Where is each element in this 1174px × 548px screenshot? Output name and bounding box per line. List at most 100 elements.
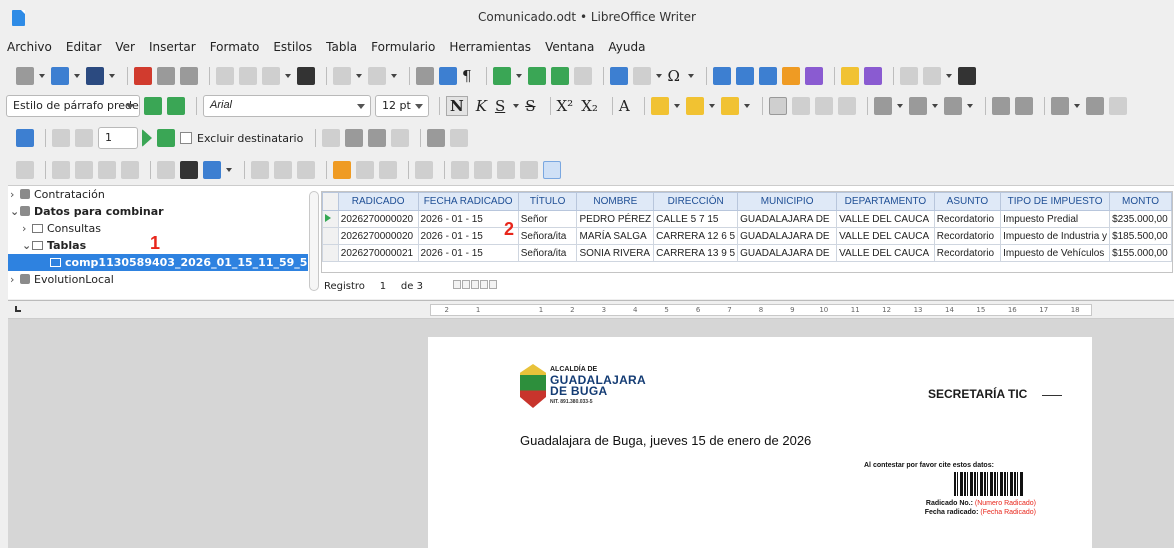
- bookmark-icon[interactable]: [781, 67, 800, 85]
- insert-textbox-icon[interactable]: [573, 67, 592, 85]
- cell[interactable]: MARÍA SALGA: [576, 227, 655, 245]
- endnote-icon[interactable]: [758, 67, 777, 85]
- db-data-to-text-icon[interactable]: [451, 161, 469, 179]
- db-edit-icon[interactable]: [52, 161, 70, 179]
- last-record-button[interactable]: [479, 280, 488, 289]
- open-icon[interactable]: [51, 67, 69, 85]
- undo-icon[interactable]: [333, 67, 351, 85]
- underline-icon[interactable]: S: [495, 97, 505, 115]
- align-right-icon[interactable]: [814, 97, 833, 115]
- tree-item-comp-table[interactable]: comp1130589403_2026_01_15_11_59_56: [8, 254, 315, 271]
- next-record-icon[interactable]: [142, 129, 152, 147]
- tab-stop-selector-icon[interactable]: [15, 306, 21, 312]
- radicado-field[interactable]: (Numero Radicado): [975, 500, 1036, 507]
- tree-scrollbar[interactable]: [309, 191, 319, 291]
- record-number-field[interactable]: 1: [98, 127, 138, 149]
- new-style-icon[interactable]: [167, 97, 185, 115]
- line-spacing-icon[interactable]: [1050, 97, 1069, 115]
- increase-indent-icon[interactable]: [991, 97, 1010, 115]
- cell[interactable]: 2026270000021: [337, 244, 419, 262]
- menu-formato[interactable]: Formato: [203, 38, 267, 58]
- first-record-button[interactable]: [452, 280, 461, 289]
- db-find-icon[interactable]: [180, 161, 198, 179]
- menu-archivo[interactable]: Archivo: [0, 38, 59, 58]
- ordered-list-icon[interactable]: [908, 97, 927, 115]
- cell[interactable]: VALLE DEL CAUCA: [836, 210, 935, 228]
- outline-list-icon[interactable]: [943, 97, 962, 115]
- db-refresh-icon[interactable]: [203, 161, 221, 179]
- cell[interactable]: GUADALAJARA DE: [737, 244, 838, 262]
- insert-field-icon[interactable]: [632, 67, 651, 85]
- data-to-fields-icon[interactable]: [450, 129, 469, 147]
- cell[interactable]: 2026270000020: [337, 227, 419, 245]
- draw-functions-icon[interactable]: [957, 67, 976, 85]
- menu-estilos[interactable]: Estilos: [266, 38, 319, 58]
- col-header-tipo-impuesto[interactable]: TIPO DE IMPUESTO: [1000, 192, 1111, 211]
- row-selector[interactable]: [322, 244, 339, 262]
- row-selector[interactable]: [322, 210, 339, 228]
- db-mailmerge-icon[interactable]: [497, 161, 515, 179]
- db-apply-filter-icon[interactable]: [379, 161, 397, 179]
- update-style-icon[interactable]: [144, 97, 162, 115]
- increase-paragraph-spacing-icon[interactable]: [1085, 97, 1104, 115]
- align-left-icon[interactable]: [768, 97, 787, 115]
- cross-reference-icon[interactable]: [804, 67, 823, 85]
- copy-icon[interactable]: [239, 67, 257, 85]
- menu-ventana[interactable]: Ventana: [538, 38, 601, 58]
- find-replace-icon[interactable]: [416, 67, 434, 85]
- cell[interactable]: VALLE DEL CAUCA: [836, 227, 935, 245]
- db-reset-filter-icon[interactable]: [415, 161, 433, 179]
- menu-editar[interactable]: Editar: [59, 38, 109, 58]
- font-color-icon[interactable]: [650, 97, 669, 115]
- paste-icon[interactable]: [262, 67, 280, 85]
- db-data-to-fields-icon[interactable]: [474, 161, 492, 179]
- strikethrough-icon[interactable]: S: [525, 97, 535, 115]
- col-header-titulo[interactable]: TÍTULO: [517, 192, 578, 211]
- edit-individual-documents-icon[interactable]: [322, 129, 341, 147]
- col-header-departamento[interactable]: DEPARTAMENTO: [836, 192, 935, 211]
- data-sources-icon[interactable]: [427, 129, 446, 147]
- cell[interactable]: SONIA RIVERA: [576, 244, 655, 262]
- print-preview-icon[interactable]: [180, 67, 198, 85]
- col-header-fecha-radicado[interactable]: FECHA RADICADO: [417, 192, 519, 211]
- highlight-color-icon[interactable]: [685, 97, 704, 115]
- col-header-nombre[interactable]: NOMBRE: [576, 192, 655, 211]
- redo-icon[interactable]: [368, 67, 386, 85]
- cell[interactable]: CALLE 5 7 15: [653, 210, 739, 228]
- new-record-button[interactable]: [488, 280, 497, 289]
- insert-table-icon[interactable]: [492, 67, 511, 85]
- cell[interactable]: $235.000,00: [1109, 210, 1172, 228]
- last-record-icon[interactable]: [157, 129, 175, 147]
- subscript-icon[interactable]: X₂: [581, 97, 598, 115]
- cell[interactable]: Recordatorio: [933, 210, 1002, 228]
- db-sort-descending-icon[interactable]: [274, 161, 292, 179]
- cell[interactable]: Recordatorio: [933, 244, 1002, 262]
- table-row[interactable]: 2026270000020 2026 - 01 - 15 Señora/ita …: [322, 227, 1172, 245]
- comment-icon[interactable]: [840, 67, 859, 85]
- insert-chart-icon[interactable]: [550, 67, 569, 85]
- db-explorer-toggle-icon[interactable]: [543, 161, 561, 179]
- mailmerge-wizard-icon[interactable]: [16, 129, 34, 147]
- spelling-icon[interactable]: [439, 67, 457, 85]
- track-changes-icon[interactable]: [863, 67, 882, 85]
- first-record-icon[interactable]: [52, 129, 70, 147]
- italic-icon[interactable]: K: [476, 97, 487, 115]
- align-center-icon[interactable]: [791, 97, 810, 115]
- menu-formulario[interactable]: Formulario: [364, 38, 442, 58]
- db-save-record-icon[interactable]: [16, 161, 34, 179]
- fecha-radicado-field[interactable]: (Fecha Radicado): [980, 509, 1036, 516]
- clone-formatting-icon[interactable]: [297, 67, 315, 85]
- menu-ver[interactable]: Ver: [108, 38, 142, 58]
- horizontal-ruler[interactable]: 2 1 1 2 3 4 5 6 7 8 9 10 11 12 13 14 15 16 17 18: [430, 304, 1092, 316]
- col-header-municipio[interactable]: MUNICIPIO: [737, 192, 838, 211]
- record-current-field[interactable]: 1: [373, 281, 393, 292]
- print-icon[interactable]: [157, 67, 175, 85]
- cell[interactable]: Señora/ita: [517, 244, 578, 262]
- col-header-monto[interactable]: MONTO: [1109, 192, 1172, 211]
- col-header-asunto[interactable]: ASUNTO: [933, 192, 1002, 211]
- cell[interactable]: 2026270000020: [337, 210, 419, 228]
- cell[interactable]: PEDRO PÉREZ: [576, 210, 655, 228]
- save-icon[interactable]: [86, 67, 104, 85]
- unordered-list-icon[interactable]: [873, 97, 892, 115]
- export-pdf-icon[interactable]: [134, 67, 152, 85]
